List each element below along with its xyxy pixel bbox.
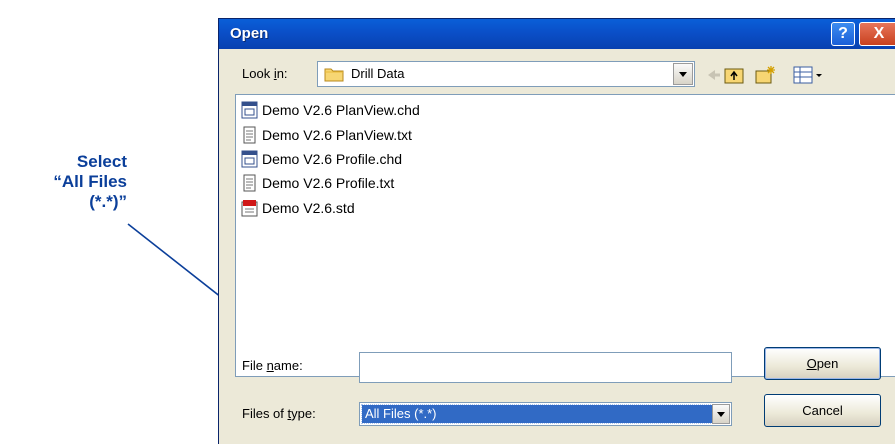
annotation-line-1: Select (76, 152, 127, 171)
file-item-profile-chd[interactable]: Demo V2.6 Profile.chd (241, 147, 402, 171)
look-in-label-post: n: (276, 66, 288, 81)
help-button[interactable]: ? (831, 22, 855, 46)
look-in-label: Look in: (242, 66, 288, 81)
open-button-label: pen (816, 356, 839, 371)
open-dialog: Open ? X Look in: Drill Data Demo V2.6 P… (218, 18, 895, 444)
view-menu-icon[interactable] (792, 64, 826, 86)
files-of-type-label-pre: Files of (242, 406, 288, 421)
look-in-dropdown-button[interactable] (673, 63, 693, 85)
annotation-line-3: (*.*)” (89, 192, 127, 211)
new-folder-icon[interactable] (754, 64, 776, 86)
file-name: Demo V2.6 PlanView.chd (262, 102, 420, 118)
look-in-label-pre: Look (242, 66, 274, 81)
dialog-title: Open (230, 25, 269, 42)
file-item-planview-txt[interactable]: Demo V2.6 PlanView.txt (241, 123, 412, 147)
file-item-planview-chd[interactable]: Demo V2.6 PlanView.chd (241, 98, 420, 122)
file-name-input[interactable] (359, 352, 732, 383)
folder-icon (324, 68, 344, 82)
annotation-callout: Select “All Files (*.*)” (0, 152, 127, 212)
file-item-std[interactable]: Demo V2.6.std (241, 196, 355, 220)
chd-file-icon (241, 101, 258, 119)
file-name: Demo V2.6 PlanView.txt (262, 127, 412, 143)
file-item-profile-txt[interactable]: Demo V2.6 Profile.txt (241, 171, 394, 195)
back-icon[interactable] (701, 64, 723, 86)
files-of-type-value: All Files (*.*) (361, 404, 715, 424)
file-name: Demo V2.6 Profile.txt (262, 175, 395, 191)
files-of-type-label-post: ype: (291, 406, 316, 421)
up-folder-icon[interactable] (723, 64, 745, 86)
help-icon: ? (838, 25, 848, 42)
chd-file-icon (241, 150, 258, 168)
files-of-type-dropdown-button[interactable] (712, 404, 730, 424)
open-button[interactable]: Open (764, 347, 881, 380)
files-of-type-combo[interactable]: All Files (*.*) (359, 402, 732, 426)
look-in-value: Drill Data (351, 66, 405, 81)
file-name-label-post: ame: (273, 358, 303, 373)
files-of-type-label: Files of type: (242, 406, 316, 421)
open-button-accel: O (806, 356, 817, 371)
file-name-label: File name: (242, 358, 303, 373)
look-in-combo[interactable]: Drill Data (317, 61, 695, 87)
close-button[interactable]: X (859, 22, 895, 46)
std-file-icon (241, 200, 258, 217)
file-name: Demo V2.6 Profile.chd (262, 151, 403, 167)
file-name-label-pre: File (242, 358, 267, 373)
cancel-button[interactable]: Cancel (764, 394, 881, 427)
annotation-line-2: “All Files (53, 172, 127, 191)
file-list[interactable]: Demo V2.6 PlanView.chd Demo V2.6 PlanVie… (235, 94, 895, 377)
text-file-icon (243, 174, 256, 192)
close-icon: X (873, 25, 885, 42)
text-file-icon (243, 126, 256, 144)
file-name-label-accel: n (266, 358, 274, 373)
title-bar[interactable]: Open ? X (219, 19, 895, 49)
file-name: Demo V2.6.std (262, 200, 355, 216)
cancel-button-label: Cancel (802, 403, 843, 418)
